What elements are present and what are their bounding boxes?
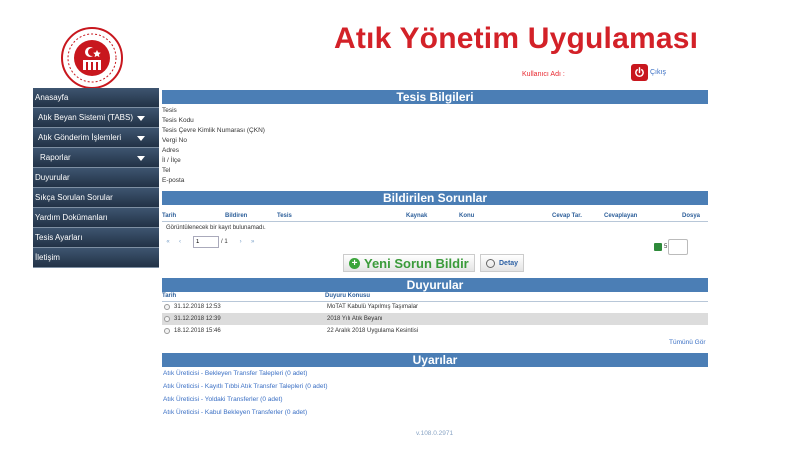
column-header[interactable]: Tesis bbox=[277, 213, 292, 219]
sidebar-item-faq[interactable]: Sıkça Sorulan Sorular bbox=[33, 188, 159, 208]
prev-page-icon[interactable]: ‹ bbox=[176, 238, 184, 246]
row-radio[interactable] bbox=[164, 328, 170, 334]
excel-export-icon[interactable] bbox=[654, 243, 662, 251]
warning-link[interactable]: Atık Üreticisi - Kabul Bekleyen Transfer… bbox=[163, 409, 307, 416]
caret-down-icon bbox=[137, 116, 145, 121]
see-all-link[interactable]: Tümünü Gör bbox=[669, 339, 706, 346]
column-header[interactable]: Bildiren bbox=[225, 213, 247, 219]
logout-label: Çıkış bbox=[650, 69, 666, 76]
facility-field: Vergi No bbox=[162, 137, 187, 144]
version-label: v.108.0.2971 bbox=[416, 430, 454, 437]
user-bar: Kullanıcı Adı : Çıkış bbox=[522, 64, 666, 82]
facility-field: E-posta bbox=[162, 177, 185, 184]
facility-section-header: Tesis Bilgileri bbox=[162, 90, 708, 104]
sidebar-item-label: Atık Beyan Sistemi (TABS) bbox=[38, 113, 133, 122]
warning-link[interactable]: Atık Üreticisi - Yoldaki Transferler (0 … bbox=[163, 396, 283, 403]
app-title: Atık Yönetim Uygulaması bbox=[334, 22, 699, 55]
column-header[interactable]: Tarih bbox=[162, 293, 176, 299]
magnifier-icon bbox=[486, 258, 495, 268]
announcement-date: 31.12.2018 12:39 bbox=[174, 316, 221, 322]
sidebar-item-label: Duyurular bbox=[35, 173, 70, 182]
sidebar-item-home[interactable]: Anasayfa bbox=[33, 88, 159, 108]
ministry-logo bbox=[60, 26, 124, 90]
row-radio[interactable] bbox=[164, 304, 170, 310]
new-issue-button[interactable]: + Yeni Sorun Bildir bbox=[343, 254, 475, 272]
facility-field: İl / İlçe bbox=[162, 157, 181, 164]
plus-icon: + bbox=[349, 257, 360, 269]
sidebar-item-announcements[interactable]: Duyurular bbox=[33, 168, 159, 188]
column-header[interactable]: Cevaplayan bbox=[604, 213, 637, 219]
column-header[interactable]: Cevap Tar. bbox=[552, 213, 582, 219]
next-page-icon[interactable]: › bbox=[237, 238, 245, 246]
announcement-row[interactable]: 31.12.2018 12:39 2018 Yılı Atık Beyanı bbox=[162, 313, 708, 325]
announcement-subject: 2018 Yılı Atık Beyanı bbox=[327, 316, 383, 322]
logout-button[interactable]: Çıkış bbox=[631, 64, 666, 81]
power-icon bbox=[631, 64, 648, 81]
sidebar-item-shipment[interactable]: Atık Gönderim İşlemleri bbox=[33, 128, 159, 148]
caret-down-icon bbox=[137, 156, 145, 161]
sidebar-item-label: Raporlar bbox=[40, 153, 71, 162]
username-label: Kullanıcı Adı : bbox=[522, 70, 565, 78]
sidebar-item-facility-settings[interactable]: Tesis Ayarları bbox=[33, 228, 159, 248]
sidebar-item-reports[interactable]: Raporlar bbox=[33, 148, 159, 168]
detail-button[interactable]: Detay bbox=[480, 254, 525, 272]
first-page-icon[interactable]: « bbox=[164, 238, 172, 246]
announcement-date: 18.12.2018 15:46 bbox=[174, 328, 221, 334]
page-number-input[interactable] bbox=[193, 236, 219, 248]
facility-info: Tesis Tesis Kodu Tesis Çevre Kimlik Numa… bbox=[162, 104, 708, 186]
announcement-subject: 22 Aralık 2018 Uygulama Kesintisi bbox=[327, 328, 419, 334]
announcement-subject: MoTAT Kabulü Yapılmış Taşımalar bbox=[327, 304, 419, 310]
column-header[interactable]: Duyuru Konusu bbox=[325, 293, 370, 299]
column-header[interactable]: Konu bbox=[459, 213, 474, 219]
facility-field: Tel bbox=[162, 167, 171, 174]
issues-grid-header: Tarih Bildiren Tesis Kaynak Konu Cevap T… bbox=[162, 213, 708, 222]
export-count: 5 bbox=[664, 244, 668, 250]
main-content: Tesis Bilgileri Tesis Tesis Kodu Tesis Ç… bbox=[162, 90, 708, 186]
sidebar-item-contact[interactable]: İletişim bbox=[33, 248, 159, 268]
column-header[interactable]: Tarih bbox=[162, 213, 176, 219]
detail-label: Detay bbox=[499, 259, 519, 267]
empty-message: Görüntülenecek bir kayıt bulunamadı. bbox=[166, 225, 266, 231]
pager: « ‹ / 1 › » bbox=[164, 236, 257, 248]
announcement-date: 31.12.2018 12:53 bbox=[174, 304, 221, 310]
facility-field: Tesis bbox=[162, 107, 177, 114]
sidebar-item-label: İletişim bbox=[35, 253, 60, 262]
facility-field: Adres bbox=[162, 147, 179, 154]
last-page-icon[interactable]: » bbox=[249, 238, 257, 246]
sidebar-item-label: Anasayfa bbox=[35, 93, 69, 102]
sidebar-nav: Anasayfa Atık Beyan Sistemi (TABS) Atık … bbox=[33, 88, 159, 268]
sidebar-item-label: Tesis Ayarları bbox=[35, 233, 83, 242]
announcement-row[interactable]: 31.12.2018 12:53 MoTAT Kabulü Yapılmış T… bbox=[162, 301, 708, 313]
announcement-row[interactable]: 18.12.2018 15:46 22 Aralık 2018 Uygulama… bbox=[162, 325, 708, 337]
column-header[interactable]: Dosya bbox=[682, 213, 700, 219]
sidebar-item-label: Sıkça Sorulan Sorular bbox=[35, 193, 113, 202]
new-issue-label: Yeni Sorun Bildir bbox=[364, 255, 469, 271]
caret-down-icon bbox=[137, 136, 145, 141]
row-radio[interactable] bbox=[164, 316, 170, 322]
warning-link[interactable]: Atık Üreticisi - Kayıtlı Tıbbi Atık Tran… bbox=[163, 383, 328, 390]
column-header[interactable]: Kaynak bbox=[406, 213, 427, 219]
page-total: / 1 bbox=[221, 239, 228, 245]
warning-link[interactable]: Atık Üreticisi - Bekleyen Transfer Talep… bbox=[163, 370, 307, 377]
facility-field: Tesis Kodu bbox=[162, 117, 194, 124]
facility-field: Tesis Çevre Kimlik Numarası (ÇKN) bbox=[162, 127, 265, 134]
warnings-section-header: Uyarılar bbox=[162, 353, 708, 367]
sidebar-item-label: Atık Gönderim İşlemleri bbox=[38, 133, 122, 142]
sidebar-item-label: Yardım Dokümanları bbox=[35, 213, 108, 222]
sidebar-item-tabs[interactable]: Atık Beyan Sistemi (TABS) bbox=[33, 108, 159, 128]
export-control: 5 bbox=[654, 239, 689, 255]
sidebar-item-help-docs[interactable]: Yardım Dokümanları bbox=[33, 208, 159, 228]
issues-section-header: Bildirilen Sorunlar bbox=[162, 191, 708, 205]
announcements-section-header: Duyurular bbox=[162, 278, 708, 292]
page-size-input[interactable] bbox=[668, 239, 689, 255]
